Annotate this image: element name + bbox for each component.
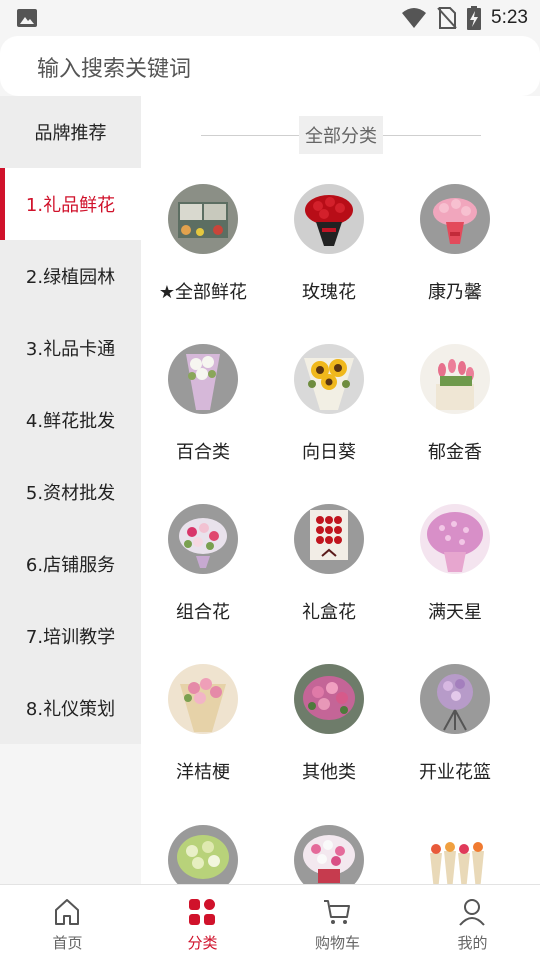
other-bouquet-image [294, 664, 364, 734]
category-item[interactable]: 组合花 [143, 504, 263, 634]
sidebar-item-shop-service[interactable]: 6.店铺服务 [0, 528, 141, 600]
category-name: 康乃馨 [428, 282, 482, 303]
nav-label: 分类 [187, 934, 218, 952]
battery-charging-icon [467, 6, 482, 30]
opening-basket-image [420, 664, 490, 734]
category-name: 洋桔梗 [176, 762, 230, 783]
search-input[interactable]: 输入搜索关键词 [0, 36, 540, 96]
sidebar-item-label: 3.礼品卡通 [25, 339, 116, 360]
category-name: 满天星 [428, 602, 482, 623]
carnation-bouquet-image [420, 184, 490, 254]
tulip-bouquet-image [420, 344, 490, 414]
nav-label: 我的 [457, 934, 488, 952]
gallery-notification-icon [17, 9, 37, 27]
bottom-navigation: 首页 分类 购物车 我的 [0, 884, 540, 960]
sidebar-item-label: 2.绿植园林 [25, 267, 116, 288]
status-bar: 5:23 [0, 0, 540, 36]
category-name: 郁金香 [428, 442, 482, 463]
category-name: 组合花 [176, 602, 230, 623]
sidebar-item-label: 品牌推荐 [34, 123, 107, 144]
nav-cart[interactable]: 购物车 [270, 885, 405, 960]
user-icon [459, 899, 485, 926]
section-title: 全部分类 [299, 116, 383, 154]
sidebar-item-label: 5.资材批发 [25, 483, 116, 504]
sidebar-item-label: 7.培训教学 [25, 627, 116, 648]
category-item[interactable]: 满天星 [395, 504, 515, 634]
wifi-icon [402, 8, 427, 28]
app-screen: 5:23 输入搜索关键词 品牌推荐 1.礼品鲜花 2.绿植园林 3.礼品卡通 4… [0, 0, 540, 960]
search-placeholder: 输入搜索关键词 [37, 57, 192, 82]
category-name: 玫瑰花 [302, 282, 356, 303]
sidebar-item-gift-flowers[interactable]: 1.礼品鲜花 [0, 168, 141, 240]
single-stems-image [420, 825, 490, 884]
category-item[interactable]: ★全部鲜花 [143, 184, 263, 314]
category-item[interactable] [395, 825, 515, 884]
cart-icon [324, 900, 350, 924]
sidebar-item-green-plants[interactable]: 2.绿植园林 [0, 240, 141, 312]
category-content: 全部分类 ★全部鲜花 玫瑰花 康乃馨 百合类 向日葵 郁金香 组合花 礼盒花 满… [141, 96, 540, 884]
nav-label: 购物车 [314, 934, 360, 952]
category-item[interactable]: 郁金香 [395, 344, 515, 474]
category-name: 向日葵 [302, 442, 356, 463]
status-time: 5:23 [491, 7, 528, 28]
red-roses-image [294, 184, 364, 254]
eustoma-bouquet-image [168, 664, 238, 734]
babys-breath-image [420, 504, 490, 574]
flower-box-image [294, 504, 364, 574]
section-header: 全部分类 [201, 116, 481, 154]
category-item[interactable]: 洋桔梗 [143, 664, 263, 794]
sidebar-item-flower-wholesale[interactable]: 4.鲜花批发 [0, 384, 141, 456]
category-item[interactable] [143, 825, 263, 884]
category-name: 百合类 [176, 442, 230, 463]
nav-profile[interactable]: 我的 [405, 885, 540, 960]
sidebar-item-brand[interactable]: 品牌推荐 [0, 96, 141, 168]
sidebar-item-label: 1.礼品鲜花 [25, 195, 116, 216]
category-item[interactable]: 向日葵 [269, 344, 389, 474]
category-item[interactable] [269, 825, 389, 884]
category-item[interactable]: 玫瑰花 [269, 184, 389, 314]
category-item[interactable]: 礼盒花 [269, 504, 389, 634]
no-sim-icon [437, 7, 457, 29]
flower-shop-image [168, 184, 238, 254]
category-name: 礼盒花 [302, 602, 356, 623]
category-item[interactable]: 其他类 [269, 664, 389, 794]
category-name: 开业花篮 [419, 762, 491, 783]
category-sidebar: 品牌推荐 1.礼品鲜花 2.绿植园林 3.礼品卡通 4.鲜花批发 5.资材批发 … [0, 96, 141, 884]
sidebar-item-material-wholesale[interactable]: 5.资材批发 [0, 456, 141, 528]
status-icons: 5:23 [401, 6, 528, 30]
nav-category[interactable]: 分类 [135, 885, 270, 960]
sidebar-item-label: 6.店铺服务 [25, 555, 116, 576]
mixed-bouquet-image [168, 504, 238, 574]
lily-bouquet-image [168, 344, 238, 414]
nav-home[interactable]: 首页 [0, 885, 135, 960]
green-bouquet-image [168, 825, 238, 884]
category-name: 其他类 [302, 762, 356, 783]
sunflower-bouquet-image [294, 344, 364, 414]
home-icon [55, 899, 79, 925]
category-icon [189, 899, 215, 925]
sidebar-item-gift-cartoons[interactable]: 3.礼品卡通 [0, 312, 141, 384]
daisy-basket-image [294, 825, 364, 884]
sidebar-item-label: 8.礼仪策划 [25, 699, 116, 720]
category-item[interactable]: 康乃馨 [395, 184, 515, 314]
category-item[interactable]: 开业花篮 [395, 664, 515, 794]
sidebar-item-ceremony[interactable]: 8.礼仪策划 [0, 672, 141, 744]
sidebar-item-label: 4.鲜花批发 [25, 411, 116, 432]
category-name: ★全部鲜花 [158, 282, 248, 303]
sidebar-item-training[interactable]: 7.培训教学 [0, 600, 141, 672]
category-item[interactable]: 百合类 [143, 344, 263, 474]
nav-label: 首页 [52, 934, 83, 952]
